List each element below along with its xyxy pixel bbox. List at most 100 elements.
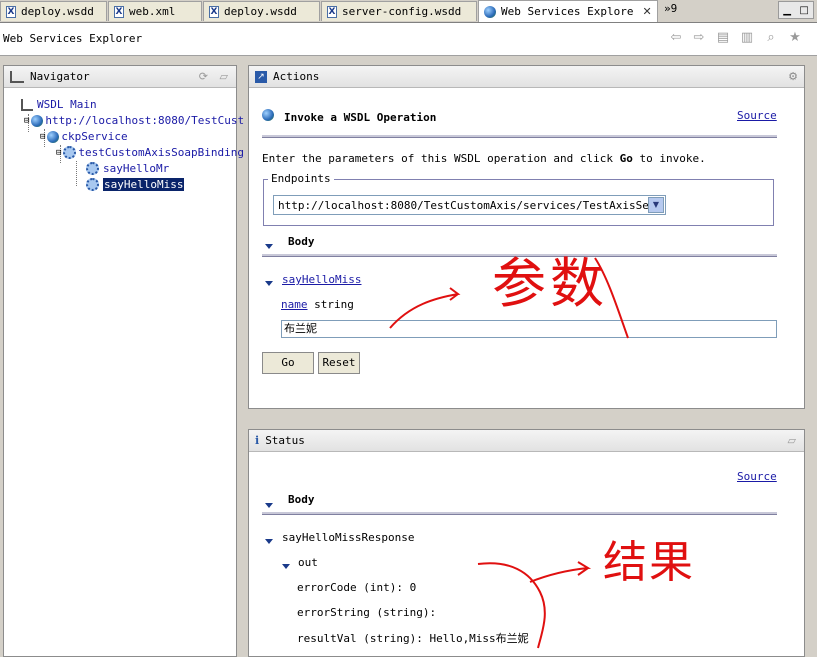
binding-icon	[63, 146, 77, 159]
operation-link[interactable]: sayHelloMiss	[282, 273, 361, 286]
param-row: name string	[281, 298, 354, 311]
tab-deploy-wsdd-1[interactable]: X deploy.wsdd	[0, 1, 107, 21]
actions-panel: ↗ Actions ⚙ Invoke a WSDL Operation Sour…	[248, 65, 805, 409]
tree-icon	[10, 70, 24, 83]
tab-server-config-wsdd[interactable]: X server-config.wsdd	[321, 1, 477, 21]
invoke-heading: Invoke a WSDL Operation	[284, 111, 437, 124]
intro-text: Enter the parameters of this WSDL operat…	[262, 152, 706, 165]
out-label: out	[298, 556, 318, 569]
service-icon	[47, 130, 60, 143]
status-body-collapse-icon[interactable]	[265, 498, 273, 511]
tab-label: server-config.wsdd	[342, 5, 462, 18]
xml-file-icon: X	[114, 5, 124, 18]
refresh-icon[interactable]: ⟳	[199, 70, 208, 83]
param-name-link[interactable]: name	[281, 298, 308, 311]
response-name: sayHelloMissResponse	[282, 531, 415, 544]
tree-item-label: http://localhost:8080/TestCust	[45, 114, 245, 127]
collapse-toggle-icon[interactable]: ⊟	[40, 132, 45, 142]
forward-icon[interactable]: ⇨	[692, 31, 706, 45]
operation-gear-icon	[86, 178, 99, 191]
result-field: errorString (string):	[297, 606, 437, 619]
annotation-params-text: 参数	[492, 252, 608, 315]
tab-label: Web Services Explore	[501, 5, 634, 18]
tab-overflow-button[interactable]: »9	[664, 2, 677, 15]
operation-gear-icon	[86, 162, 99, 175]
back-icon[interactable]: ⇦	[669, 31, 683, 45]
favorites-icon[interactable]: ★	[788, 31, 802, 45]
status-body-label: Body	[288, 493, 315, 506]
search-icon[interactable]: ⌕	[764, 31, 778, 45]
operation-collapse-icon[interactable]	[265, 276, 273, 289]
tree-item-label: testCustomAxisSoapBinding	[78, 146, 244, 159]
tab-web-xml[interactable]: X web.xml	[108, 1, 202, 21]
xml-file-icon: X	[6, 5, 16, 18]
status-header: i Status ▱	[249, 430, 804, 452]
status-panel: i Status ▱ Source Body sayHelloMissRespo…	[248, 429, 805, 657]
tree-item-binding[interactable]: ⊟ testCustomAxisSoapBinding	[56, 146, 244, 159]
navigator-title: Navigator	[30, 70, 90, 83]
result-field: errorCode (int): 0	[297, 581, 417, 594]
tree-item-label: ckpService	[61, 130, 128, 143]
page-title: Web Services Explorer	[3, 32, 143, 45]
body-label: Body	[288, 235, 315, 248]
status-title: Status	[265, 434, 305, 447]
reset-button[interactable]: Reset	[318, 352, 360, 374]
chevron-down-icon[interactable]: ▼	[648, 197, 664, 213]
intro-text-go: Go	[619, 152, 633, 165]
response-collapse-icon[interactable]	[265, 534, 273, 547]
endpoint-select[interactable]: http://localhost:8080/TestCustomAxis/ser…	[273, 195, 666, 215]
globe-icon	[484, 5, 496, 18]
tree-connector	[76, 161, 77, 186]
clear-icon[interactable]: ▱	[220, 70, 228, 83]
tab-web-services-explorer[interactable]: Web Services Explore ✕	[478, 0, 658, 22]
tree-item-ckpservice[interactable]: ⊟ ckpService	[40, 130, 128, 143]
param-value-input[interactable]: 布兰妮	[281, 320, 777, 338]
heading-divider	[262, 135, 777, 138]
status-source-link[interactable]: Source	[737, 470, 777, 483]
window-controls: ▁ □	[778, 1, 814, 19]
service-globe-icon	[31, 114, 44, 127]
invoke-operation-icon	[262, 109, 274, 124]
minimize-icon[interactable]: ▁	[783, 5, 791, 16]
tab-label: deploy.wsdd	[224, 5, 297, 18]
endpoints-legend: Endpoints	[268, 172, 334, 185]
tree-item-sayhellomiss[interactable]: sayHelloMiss	[86, 178, 185, 191]
maximize-icon[interactable]: □	[799, 5, 808, 16]
editor-tab-bar: X deploy.wsdd X web.xml X deploy.wsdd X …	[0, 0, 817, 23]
actions-title: Actions	[273, 70, 320, 83]
out-collapse-icon[interactable]	[282, 559, 290, 572]
endpoint-select-value: http://localhost:8080/TestCustomAxis/ser…	[278, 198, 648, 212]
intro-text-part: Enter the parameters of this WSDL operat…	[262, 152, 620, 165]
clear-status-icon[interactable]: ▱	[788, 434, 796, 447]
navigator-header: Navigator ⟳ ▱	[4, 66, 236, 88]
body-collapse-icon[interactable]	[265, 239, 273, 252]
result-field: resultVal (string): Hello,Miss布兰妮	[297, 632, 529, 645]
status-body-divider	[262, 512, 777, 515]
explorer-title-bar: Web Services Explorer ⇦ ⇨ ▤ ▥ ⌕ ★	[0, 23, 817, 56]
collapse-toggle-icon[interactable]: ⊟	[56, 148, 61, 158]
tree-item-service-url[interactable]: ⊟ http://localhost:8080/TestCust	[24, 114, 244, 127]
documents-icon[interactable]: ▥	[740, 31, 754, 45]
xml-file-icon: X	[327, 5, 337, 18]
panel-settings-icon[interactable]: ⚙	[788, 70, 798, 83]
info-icon: i	[255, 434, 260, 447]
annotation-result-text: 结果	[603, 537, 695, 588]
history-icon[interactable]: ▤	[716, 31, 730, 45]
folder-tree-icon	[21, 98, 33, 111]
tab-label: deploy.wsdd	[21, 5, 94, 18]
tab-deploy-wsdd-2[interactable]: X deploy.wsdd	[203, 1, 320, 21]
collapse-toggle-icon[interactable]: ⊟	[24, 116, 29, 126]
tree-item-wsdl-main[interactable]: WSDL Main	[21, 98, 97, 111]
tree-item-sayhellomr[interactable]: sayHelloMr	[86, 162, 169, 175]
navigator-panel: Navigator ⟳ ▱ WSDL Main ⊟ http://localho…	[3, 65, 244, 657]
actions-header: ↗ Actions ⚙	[249, 66, 804, 88]
tab-label: web.xml	[129, 5, 176, 18]
source-link[interactable]: Source	[737, 109, 777, 122]
go-button[interactable]: Go	[262, 352, 314, 374]
tree-item-label-selected: sayHelloMiss	[103, 178, 185, 191]
close-icon[interactable]: ✕	[642, 5, 651, 18]
param-type: string	[314, 298, 354, 311]
actions-icon: ↗	[255, 70, 267, 83]
tree-item-label: sayHelloMr	[103, 162, 170, 175]
intro-text-part: to invoke.	[632, 152, 706, 165]
